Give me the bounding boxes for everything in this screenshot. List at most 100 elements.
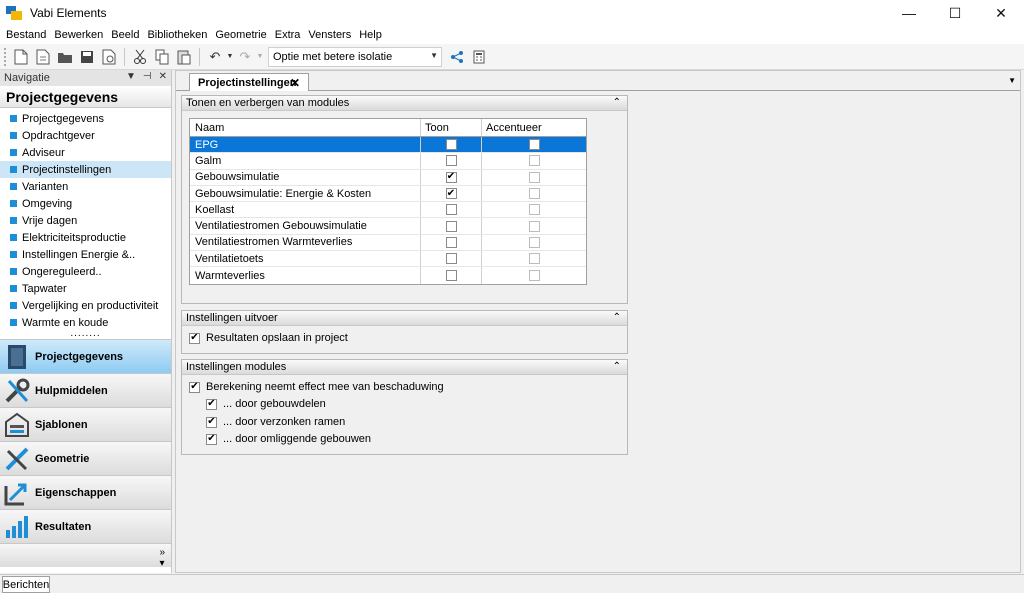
redo-dropdown-icon[interactable]: ▼ [256,46,264,68]
save-as-icon[interactable] [98,46,120,68]
show-checkbox[interactable] [445,155,457,167]
nav-item-elektriciteitsproductie[interactable]: Elektriciteitsproductie [0,229,171,246]
menu-beeld[interactable]: Beeld [107,29,143,41]
table-row[interactable]: Gebouwsimulatie: Energie & Kosten ✔ [190,185,586,203]
section-resultaten[interactable]: Resultaten [0,509,171,543]
minimize-button[interactable]: — [886,0,932,26]
splitter-handle[interactable]: ........ [0,329,171,339]
table-row[interactable]: Gebouwsimulatie ✔ [190,169,586,186]
table-row[interactable]: Ventilatietoets [190,251,586,268]
menu-vensters[interactable]: Vensters [304,29,355,41]
tab-close-icon[interactable]: ✕ [290,76,300,90]
cut-icon[interactable] [129,46,151,68]
column-header-toon[interactable]: Toon [421,119,482,136]
save-icon[interactable] [76,46,98,68]
nav-item-tapwater[interactable]: Tapwater [0,280,171,297]
group-header[interactable]: Instellingen modules ⌃ [182,360,627,375]
nav-item-ongereguleerd[interactable]: Ongereguleerd.. [0,263,171,280]
group-header[interactable]: Tonen en verbergen van modules ⌃ [182,96,627,111]
table-row[interactable]: Ventilatiestromen Gebouwsimulatie [190,218,586,235]
calculator-icon[interactable] [468,46,490,68]
nav-item-vergelijking[interactable]: Vergelijking en productiviteit [0,297,171,314]
nav-item-projectinstellingen[interactable]: Projectinstellingen [0,161,171,178]
section-projectgegevens[interactable]: Projectgegevens [0,339,171,373]
accent-checkbox[interactable] [528,204,540,216]
collapse-icon[interactable]: ⌃ [613,312,621,323]
section-geometrie[interactable]: Geometrie [0,441,171,475]
show-checkbox[interactable] [445,253,457,265]
new-file-icon[interactable] [10,46,32,68]
show-checkbox[interactable]: ✔ [445,188,457,200]
menu-geometrie[interactable]: Geometrie [211,29,270,41]
save-results-checkbox[interactable]: ✔ [189,332,200,344]
copy-icon[interactable] [151,46,173,68]
nav-item-instellingen-energie[interactable]: Instellingen Energie &.. [0,246,171,263]
maximize-button[interactable]: ☐ [932,0,978,26]
redo-icon[interactable]: ↷ [234,46,256,68]
save-results-option[interactable]: ✔ Resultaten opslaan in project [189,332,348,344]
nav-item-omgeving[interactable]: Omgeving [0,195,171,212]
accent-checkbox[interactable] [528,139,540,151]
accent-checkbox[interactable] [528,155,540,167]
menu-bewerken[interactable]: Bewerken [50,29,107,41]
table-row[interactable]: Koellast [190,202,586,219]
tab-list-dropdown-icon[interactable]: ▼ [1008,76,1016,85]
recessed-windows-option[interactable]: ✔ ... door verzonken ramen [206,416,345,428]
tab-berichten[interactable]: Berichten [2,576,50,593]
collapse-icon[interactable]: ⌃ [613,361,621,372]
nav-item-varianten[interactable]: Varianten [0,178,171,195]
show-checkbox[interactable] [445,204,457,216]
close-button[interactable]: ✕ [978,0,1024,26]
recessed-windows-checkbox[interactable]: ✔ [206,416,217,428]
table-row[interactable]: Warmteverlies [190,267,586,284]
show-checkbox[interactable] [445,139,457,151]
show-checkbox[interactable]: ✔ [445,171,457,183]
section-eigenschappen[interactable]: Eigenschappen [0,475,171,509]
open-folder-icon[interactable] [54,46,76,68]
show-checkbox[interactable] [445,270,457,282]
building-parts-checkbox[interactable]: ✔ [206,398,217,410]
shading-option[interactable]: ✔ Berekening neemt effect mee van bescha… [189,381,444,393]
accent-checkbox[interactable] [528,253,540,265]
menu-bibliotheken[interactable]: Bibliotheken [143,29,211,41]
section-sjablonen[interactable]: Sjablonen [0,407,171,441]
table-row[interactable]: Galm [190,153,586,170]
menu-extra[interactable]: Extra [271,29,305,41]
nav-item-projectgegevens[interactable]: Projectgegevens [0,110,171,127]
tab-projectinstellingen[interactable]: Projectinstellingen ✕ [189,73,309,92]
show-checkbox[interactable] [445,236,457,248]
surrounding-buildings-checkbox[interactable]: ✔ [206,433,217,445]
accent-checkbox[interactable] [528,188,540,200]
accent-checkbox[interactable] [528,220,540,232]
nav-item-warmte-en-koude[interactable]: Warmte en koude [0,314,171,331]
nav-item-adviseur[interactable]: Adviseur [0,144,171,161]
group-header[interactable]: Instellingen uitvoer ⌃ [182,311,627,326]
share-icon[interactable] [446,46,468,68]
pin-icon[interactable]: ⊣ [143,71,152,82]
column-header-accentueer[interactable]: Accentueer [482,119,586,136]
column-header-naam[interactable]: Naam [190,119,421,136]
paste-icon[interactable] [173,46,195,68]
accent-checkbox[interactable] [528,236,540,248]
building-parts-option[interactable]: ✔ ... door gebouwdelen [206,398,326,410]
section-hulpmiddelen[interactable]: Hulpmiddelen [0,373,171,407]
nav-item-vrije-dagen[interactable]: Vrije dagen [0,212,171,229]
overflow-chevron-icon[interactable]: » ▾ [159,547,165,569]
undo-dropdown-icon[interactable]: ▼ [226,46,234,68]
toolbar-grip[interactable] [4,47,8,66]
undo-icon[interactable]: ↶ [204,46,226,68]
shading-checkbox[interactable]: ✔ [189,381,200,393]
table-row[interactable]: Ventilatiestromen Warmteverlies [190,234,586,252]
new-from-template-icon[interactable] [32,46,54,68]
variant-select[interactable]: Optie met betere isolatie ▼ [268,46,442,67]
panel-dropdown-icon[interactable]: ▼ [126,71,136,82]
table-row[interactable]: EPG [190,137,586,154]
surrounding-buildings-option[interactable]: ✔ ... door omliggende gebouwen [206,433,371,445]
collapse-icon[interactable]: ⌃ [613,97,621,108]
panel-close-icon[interactable]: ✕ [159,71,167,82]
menu-help[interactable]: Help [355,29,386,41]
accent-checkbox[interactable] [528,270,540,282]
show-checkbox[interactable] [445,220,457,232]
menu-bestand[interactable]: Bestand [0,29,50,41]
nav-item-opdrachtgever[interactable]: Opdrachtgever [0,127,171,144]
